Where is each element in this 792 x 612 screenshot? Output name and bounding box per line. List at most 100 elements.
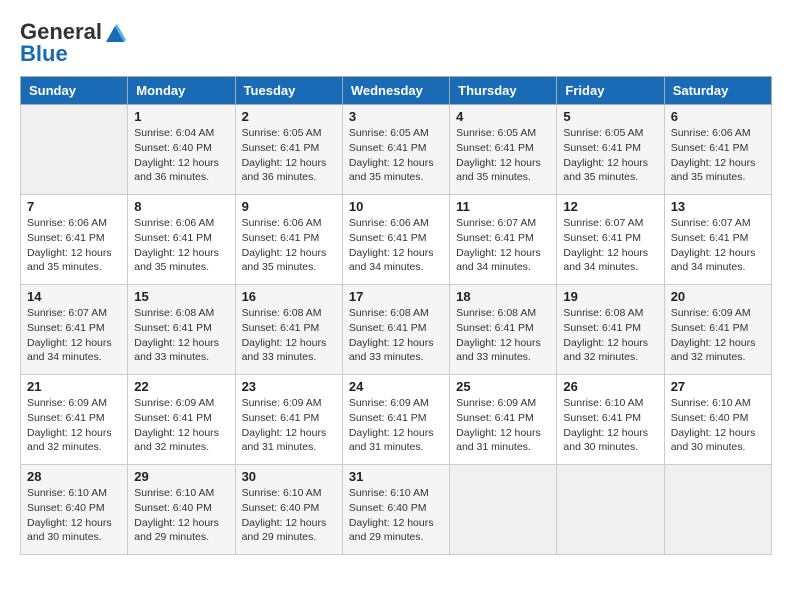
calendar-cell xyxy=(450,465,557,555)
day-info: Sunrise: 6:05 AM Sunset: 6:41 PM Dayligh… xyxy=(242,126,336,185)
weekday-header-wednesday: Wednesday xyxy=(342,77,449,105)
logo-icon xyxy=(104,22,126,44)
day-info: Sunrise: 6:05 AM Sunset: 6:41 PM Dayligh… xyxy=(456,126,550,185)
day-number: 26 xyxy=(563,379,657,394)
day-number: 17 xyxy=(349,289,443,304)
day-number: 28 xyxy=(27,469,121,484)
calendar-cell: 12 Sunrise: 6:07 AM Sunset: 6:41 PM Dayli… xyxy=(557,195,664,285)
day-info: Sunrise: 6:10 AM Sunset: 6:40 PM Dayligh… xyxy=(27,486,121,545)
day-number: 19 xyxy=(563,289,657,304)
day-info: Sunrise: 6:04 AM Sunset: 6:40 PM Dayligh… xyxy=(134,126,228,185)
day-number: 15 xyxy=(134,289,228,304)
day-number: 6 xyxy=(671,109,765,124)
day-number: 8 xyxy=(134,199,228,214)
calendar-cell: 31 Sunrise: 6:10 AM Sunset: 6:40 PM Dayli… xyxy=(342,465,449,555)
weekday-header-thursday: Thursday xyxy=(450,77,557,105)
calendar-cell: 2 Sunrise: 6:05 AM Sunset: 6:41 PM Daylig… xyxy=(235,105,342,195)
calendar-cell: 22 Sunrise: 6:09 AM Sunset: 6:41 PM Dayli… xyxy=(128,375,235,465)
calendar-cell: 29 Sunrise: 6:10 AM Sunset: 6:40 PM Dayli… xyxy=(128,465,235,555)
day-number: 13 xyxy=(671,199,765,214)
calendar-cell: 23 Sunrise: 6:09 AM Sunset: 6:41 PM Dayli… xyxy=(235,375,342,465)
day-info: Sunrise: 6:10 AM Sunset: 6:40 PM Dayligh… xyxy=(671,396,765,455)
weekday-header-saturday: Saturday xyxy=(664,77,771,105)
day-number: 20 xyxy=(671,289,765,304)
calendar-cell: 18Sunrise: 6:08 AM Sunset: 6:41 PM Dayli… xyxy=(450,285,557,375)
calendar-cell: 15Sunrise: 6:08 AM Sunset: 6:41 PM Dayli… xyxy=(128,285,235,375)
calendar-cell: 27 Sunrise: 6:10 AM Sunset: 6:40 PM Dayli… xyxy=(664,375,771,465)
calendar-week-5: 28 Sunrise: 6:10 AM Sunset: 6:40 PM Dayli… xyxy=(21,465,772,555)
day-info: Sunrise: 6:09 AM Sunset: 6:41 PM Dayligh… xyxy=(671,306,765,365)
day-info: Sunrise: 6:05 AM Sunset: 6:41 PM Dayligh… xyxy=(563,126,657,185)
day-number: 1 xyxy=(134,109,228,124)
page-header: General Blue xyxy=(20,20,772,66)
day-info: Sunrise: 6:06 AM Sunset: 6:41 PM Dayligh… xyxy=(134,216,228,275)
day-info: Sunrise: 6:06 AM Sunset: 6:41 PM Dayligh… xyxy=(242,216,336,275)
day-number: 22 xyxy=(134,379,228,394)
calendar-cell: 1 Sunrise: 6:04 AM Sunset: 6:40 PM Daylig… xyxy=(128,105,235,195)
day-info: Sunrise: 6:07 AM Sunset: 6:41 PM Dayligh… xyxy=(563,216,657,275)
day-number: 21 xyxy=(27,379,121,394)
calendar-cell: 8 Sunrise: 6:06 AM Sunset: 6:41 PM Daylig… xyxy=(128,195,235,285)
calendar-cell: 5 Sunrise: 6:05 AM Sunset: 6:41 PM Daylig… xyxy=(557,105,664,195)
calendar-cell: 24Sunrise: 6:09 AM Sunset: 6:41 PM Dayli… xyxy=(342,375,449,465)
calendar-cell: 21Sunrise: 6:09 AM Sunset: 6:41 PM Dayli… xyxy=(21,375,128,465)
day-number: 4 xyxy=(456,109,550,124)
day-info: Sunrise: 6:09 AM Sunset: 6:41 PM Dayligh… xyxy=(456,396,550,455)
calendar-cell: 14Sunrise: 6:07 AM Sunset: 6:41 PM Dayli… xyxy=(21,285,128,375)
weekday-header-tuesday: Tuesday xyxy=(235,77,342,105)
day-number: 18 xyxy=(456,289,550,304)
calendar-table: SundayMondayTuesdayWednesdayThursdayFrid… xyxy=(20,76,772,555)
calendar-week-2: 7 Sunrise: 6:06 AM Sunset: 6:41 PM Daylig… xyxy=(21,195,772,285)
day-number: 25 xyxy=(456,379,550,394)
calendar-cell: 25 Sunrise: 6:09 AM Sunset: 6:41 PM Dayli… xyxy=(450,375,557,465)
day-info: Sunrise: 6:09 AM Sunset: 6:41 PM Dayligh… xyxy=(134,396,228,455)
day-info: Sunrise: 6:07 AM Sunset: 6:41 PM Dayligh… xyxy=(671,216,765,275)
day-number: 3 xyxy=(349,109,443,124)
day-number: 29 xyxy=(134,469,228,484)
day-info: Sunrise: 6:10 AM Sunset: 6:40 PM Dayligh… xyxy=(349,486,443,545)
calendar-cell: 20 Sunrise: 6:09 AM Sunset: 6:41 PM Dayli… xyxy=(664,285,771,375)
logo: General Blue xyxy=(20,20,126,66)
calendar-cell: 4 Sunrise: 6:05 AM Sunset: 6:41 PM Daylig… xyxy=(450,105,557,195)
weekday-header-sunday: Sunday xyxy=(21,77,128,105)
day-number: 16 xyxy=(242,289,336,304)
calendar-cell: 10Sunrise: 6:06 AM Sunset: 6:41 PM Dayli… xyxy=(342,195,449,285)
day-info: Sunrise: 6:08 AM Sunset: 6:41 PM Dayligh… xyxy=(349,306,443,365)
day-info: Sunrise: 6:07 AM Sunset: 6:41 PM Dayligh… xyxy=(456,216,550,275)
calendar-week-4: 21 Sunrise: 6:09 AM Sunset: 6:41 PM Dayli… xyxy=(21,375,772,465)
calendar-cell: 9Sunrise: 6:06 AM Sunset: 6:41 PM Daylig… xyxy=(235,195,342,285)
weekday-header-friday: Friday xyxy=(557,77,664,105)
calendar-header: SundayMondayTuesdayWednesdayThursdayFrid… xyxy=(21,77,772,105)
calendar-cell: 13 Sunrise: 6:07 AM Sunset: 6:41 PM Dayli… xyxy=(664,195,771,285)
day-info: Sunrise: 6:10 AM Sunset: 6:40 PM Dayligh… xyxy=(242,486,336,545)
day-number: 31 xyxy=(349,469,443,484)
calendar-week-3: 14Sunrise: 6:07 AM Sunset: 6:41 PM Dayli… xyxy=(21,285,772,375)
calendar-body: 1 Sunrise: 6:04 AM Sunset: 6:40 PM Daylig… xyxy=(21,105,772,555)
logo-blue: Blue xyxy=(20,41,68,66)
day-number: 2 xyxy=(242,109,336,124)
day-number: 27 xyxy=(671,379,765,394)
day-number: 12 xyxy=(563,199,657,214)
day-number: 10 xyxy=(349,199,443,214)
day-info: Sunrise: 6:06 AM Sunset: 6:41 PM Dayligh… xyxy=(671,126,765,185)
day-number: 23 xyxy=(242,379,336,394)
day-number: 11 xyxy=(456,199,550,214)
calendar-cell: 3Sunrise: 6:05 AM Sunset: 6:41 PM Daylig… xyxy=(342,105,449,195)
calendar-cell: 7Sunrise: 6:06 AM Sunset: 6:41 PM Daylig… xyxy=(21,195,128,285)
day-info: Sunrise: 6:10 AM Sunset: 6:41 PM Dayligh… xyxy=(563,396,657,455)
calendar-cell: 16 Sunrise: 6:08 AM Sunset: 6:41 PM Dayli… xyxy=(235,285,342,375)
day-number: 7 xyxy=(27,199,121,214)
day-number: 24 xyxy=(349,379,443,394)
calendar-cell: 11 Sunrise: 6:07 AM Sunset: 6:41 PM Dayli… xyxy=(450,195,557,285)
calendar-cell xyxy=(21,105,128,195)
day-info: Sunrise: 6:08 AM Sunset: 6:41 PM Dayligh… xyxy=(242,306,336,365)
day-info: Sunrise: 6:10 AM Sunset: 6:40 PM Dayligh… xyxy=(134,486,228,545)
day-number: 30 xyxy=(242,469,336,484)
weekday-header-monday: Monday xyxy=(128,77,235,105)
day-info: Sunrise: 6:09 AM Sunset: 6:41 PM Dayligh… xyxy=(242,396,336,455)
calendar-cell xyxy=(664,465,771,555)
calendar-week-1: 1 Sunrise: 6:04 AM Sunset: 6:40 PM Daylig… xyxy=(21,105,772,195)
calendar-cell xyxy=(557,465,664,555)
calendar-cell: 30 Sunrise: 6:10 AM Sunset: 6:40 PM Dayli… xyxy=(235,465,342,555)
day-number: 5 xyxy=(563,109,657,124)
